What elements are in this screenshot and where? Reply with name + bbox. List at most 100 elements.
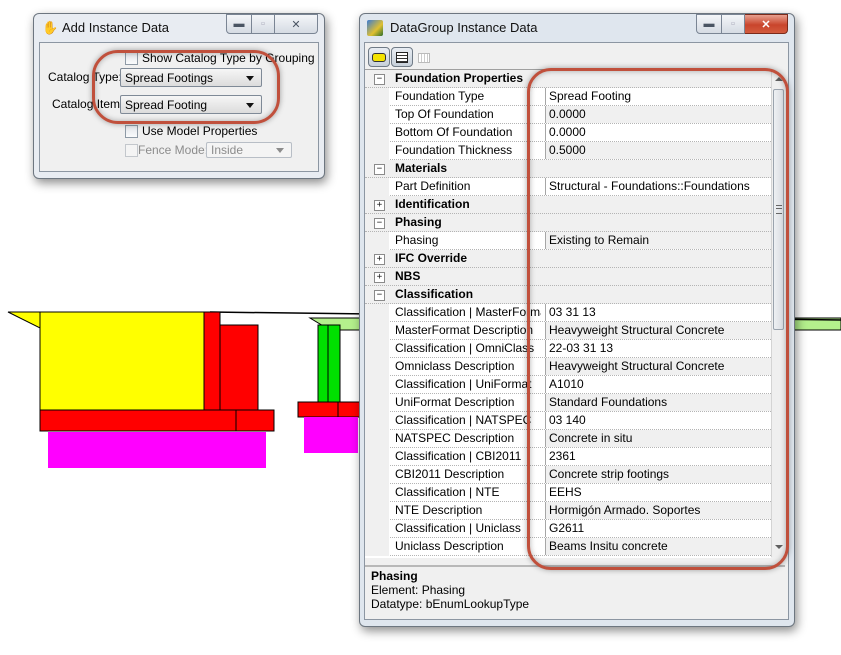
- property-row[interactable]: Classification | NATSPEC 03 140: [365, 412, 771, 430]
- property-row[interactable]: MasterFormat Description Heavyweight Stru…: [365, 322, 771, 340]
- property-row[interactable]: Classification | OmniClass 22-03 31 13: [365, 340, 771, 358]
- property-value[interactable]: Hormigón Armado. Soportes: [545, 502, 771, 519]
- category-label: Classification: [395, 287, 474, 301]
- scrollbar-thumb[interactable]: [773, 89, 784, 330]
- scroll-down-arrow-icon[interactable]: [775, 545, 783, 549]
- catalog-item-dropdown[interactable]: Spread Footing: [120, 95, 262, 114]
- fence-mode-dropdown[interactable]: Inside: [206, 142, 292, 158]
- property-value[interactable]: Existing to Remain: [545, 232, 771, 249]
- category-row[interactable]: − Materials: [365, 160, 771, 178]
- row-gutter: [365, 394, 389, 412]
- collapse-icon[interactable]: −: [374, 164, 385, 175]
- property-value[interactable]: Concrete strip footings: [545, 466, 771, 483]
- catalog-type-dropdown[interactable]: Spread Footings: [120, 68, 262, 87]
- vertical-scrollbar[interactable]: [771, 69, 786, 557]
- collapse-icon[interactable]: −: [374, 74, 385, 85]
- property-value[interactable]: Spread Footing: [545, 88, 771, 105]
- property-row[interactable]: Uniclass Description Beams Insitu concret…: [365, 538, 771, 556]
- property-value[interactable]: 0.0000: [545, 106, 771, 123]
- property-row[interactable]: Classification | Uniclass G2611: [365, 520, 771, 538]
- property-value[interactable]: Standard Foundations: [545, 394, 771, 411]
- property-row[interactable]: CBI2011 Description Concrete strip footin…: [365, 466, 771, 484]
- category-row[interactable]: − Classification: [365, 286, 771, 304]
- collapse-icon[interactable]: −: [374, 218, 385, 229]
- property-value[interactable]: Heavyweight Structural Concrete: [545, 322, 771, 339]
- grid-icon[interactable]: [418, 53, 430, 63]
- footing-magenta: [48, 432, 266, 468]
- row-gutter: [365, 430, 389, 448]
- property-row[interactable]: Phasing Existing to Remain: [365, 232, 771, 250]
- property-row[interactable]: Classification | CBI2011 2361: [365, 448, 771, 466]
- maximize-icon: ▫: [731, 18, 735, 30]
- pier-column-2: [327, 324, 341, 403]
- row-gutter: [365, 106, 389, 124]
- minimize-button[interactable]: ▬: [696, 14, 722, 34]
- category-row[interactable]: − Foundation Properties: [365, 70, 771, 88]
- close-button[interactable]: ✕: [745, 14, 788, 34]
- property-row[interactable]: Classification | MasterFormat 03 31 13: [365, 304, 771, 322]
- expand-icon[interactable]: +: [374, 254, 385, 265]
- collapse-icon[interactable]: −: [374, 290, 385, 301]
- property-value[interactable]: 03 140: [545, 412, 771, 429]
- property-value[interactable]: Beams Insitu concrete: [545, 538, 771, 555]
- property-value[interactable]: 2361: [545, 448, 771, 465]
- property-name: Foundation Thickness: [395, 143, 513, 157]
- property-row[interactable]: NATSPEC Description Concrete in situ: [365, 430, 771, 448]
- property-row[interactable]: Foundation Thickness 0.5000: [365, 142, 771, 160]
- property-name: Classification | UniFormat: [395, 377, 532, 391]
- property-value[interactable]: 22-03 31 13: [545, 340, 771, 357]
- row-gutter: [365, 520, 389, 538]
- grip-icon: [776, 205, 782, 214]
- category-row[interactable]: + IFC Override: [365, 250, 771, 268]
- close-button[interactable]: ✕: [275, 14, 318, 34]
- scroll-up-arrow-icon[interactable]: [775, 77, 783, 81]
- property-row[interactable]: UniFormat Description Standard Foundation…: [365, 394, 771, 412]
- category-row[interactable]: + NBS: [365, 268, 771, 286]
- property-value[interactable]: Heavyweight Structural Concrete: [545, 358, 771, 375]
- category-row[interactable]: + Identification: [365, 196, 771, 214]
- minimize-button[interactable]: ▬: [226, 14, 252, 34]
- description-pane: Phasing Element: Phasing Datatype: bEnum…: [365, 565, 785, 617]
- category-row[interactable]: − Phasing: [365, 214, 771, 232]
- property-value[interactable]: G2611: [545, 520, 771, 537]
- property-value[interactable]: 0.5000: [545, 142, 771, 159]
- property-grid: − Foundation Properties Foundation Type Spr…: [365, 69, 771, 558]
- row-gutter: [365, 538, 389, 556]
- row-gutter: [365, 376, 389, 394]
- show-catalog-type-by-grouping-checkbox[interactable]: [125, 52, 138, 65]
- expand-icon[interactable]: +: [374, 272, 385, 283]
- minimize-icon: ▬: [703, 18, 715, 30]
- maximize-button[interactable]: ▫: [252, 14, 275, 34]
- title-bar[interactable]: ✋ Add Instance Data ▬ ▫ ✕: [34, 14, 324, 42]
- use-model-properties-checkbox[interactable]: [125, 125, 138, 138]
- expand-icon[interactable]: +: [374, 200, 385, 211]
- property-row[interactable]: Omniclass Description Heavyweight Structu…: [365, 358, 771, 376]
- description-toggle-button[interactable]: [391, 47, 413, 67]
- property-value[interactable]: 03 31 13: [545, 304, 771, 321]
- property-row[interactable]: Classification | UniFormat A1010: [365, 376, 771, 394]
- property-row[interactable]: Classification | NTE EEHS: [365, 484, 771, 502]
- property-row[interactable]: Bottom Of Foundation 0.0000: [365, 124, 771, 142]
- row-gutter: [365, 232, 389, 250]
- property-row[interactable]: Top Of Foundation 0.0000: [365, 106, 771, 124]
- property-value[interactable]: 0.0000: [545, 124, 771, 141]
- row-gutter: [365, 466, 389, 484]
- category-label: Materials: [395, 161, 448, 175]
- property-value[interactable]: Structural - Foundations::Foundations: [545, 178, 771, 195]
- comment-toggle-button[interactable]: [368, 47, 390, 67]
- property-value[interactable]: A1010: [545, 376, 771, 393]
- title-bar[interactable]: DataGroup Instance Data ▬ ▫ ✕: [360, 14, 794, 42]
- property-row[interactable]: Part Definition Structural - Foundations:…: [365, 178, 771, 196]
- row-gutter: [365, 142, 389, 160]
- property-name: Foundation Type: [395, 89, 485, 103]
- property-row[interactable]: Foundation Type Spread Footing: [365, 88, 771, 106]
- maximize-button[interactable]: ▫: [722, 14, 745, 34]
- property-row[interactable]: NTE Description Hormigón Armado. Soportes: [365, 502, 771, 520]
- fence-mode-checkbox[interactable]: [125, 144, 138, 157]
- category-label: NBS: [395, 269, 421, 283]
- app-icon: [367, 20, 383, 36]
- category-label: Identification: [395, 197, 470, 211]
- window-title: DataGroup Instance Data: [390, 20, 538, 35]
- property-value[interactable]: EEHS: [545, 484, 771, 501]
- property-value[interactable]: Concrete in situ: [545, 430, 771, 447]
